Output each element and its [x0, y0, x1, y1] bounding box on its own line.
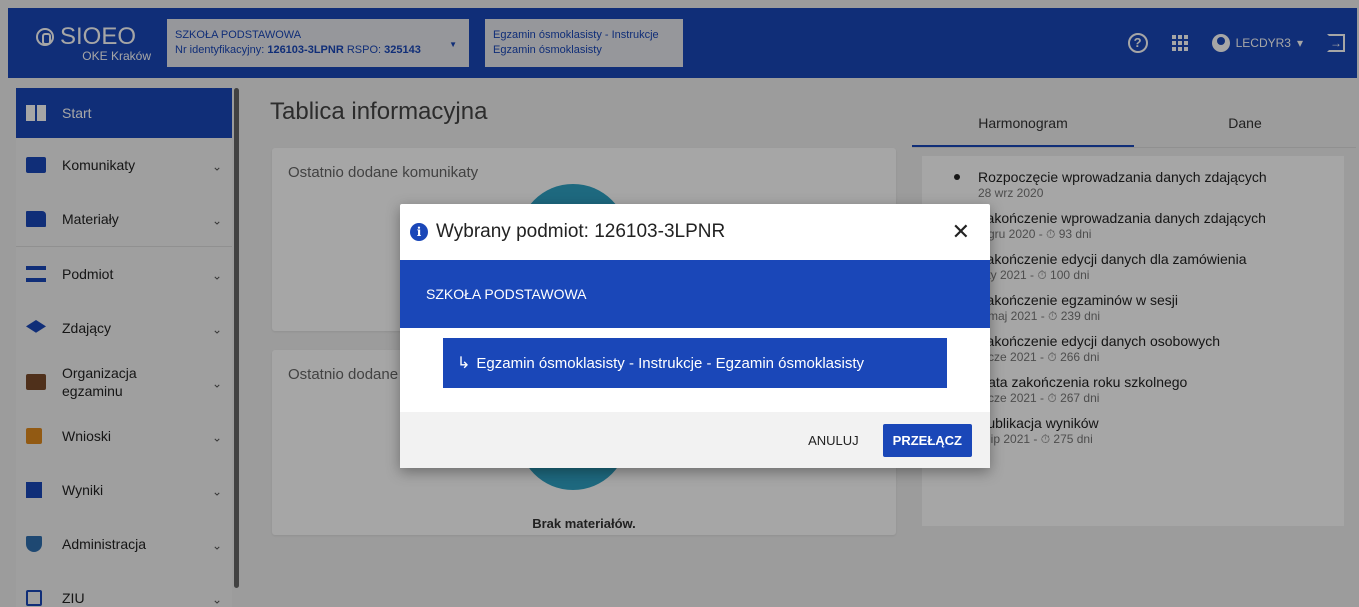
close-icon[interactable]: ✕ [952, 219, 970, 245]
dialog-title: Wybrany podmiot: 126103-3LPNR [436, 221, 726, 242]
switch-entity-dialog: i Wybrany podmiot: 126103-3LPNR ✕ SZKOŁA… [400, 204, 990, 468]
info-icon: i [410, 223, 428, 241]
exam-option-button[interactable]: ↳ Egzamin ósmoklasisty - Instrukcje - Eg… [443, 338, 947, 388]
cancel-button[interactable]: ANULUJ [798, 427, 869, 454]
dialog-school-header: SZKOŁA PODSTAWOWA [400, 260, 990, 328]
exam-option-label: Egzamin ósmoklasisty - Instrukcje - Egza… [476, 354, 865, 372]
switch-button[interactable]: PRZEŁĄCZ [882, 423, 972, 457]
subdirectory-arrow-icon: ↳ [457, 355, 471, 372]
